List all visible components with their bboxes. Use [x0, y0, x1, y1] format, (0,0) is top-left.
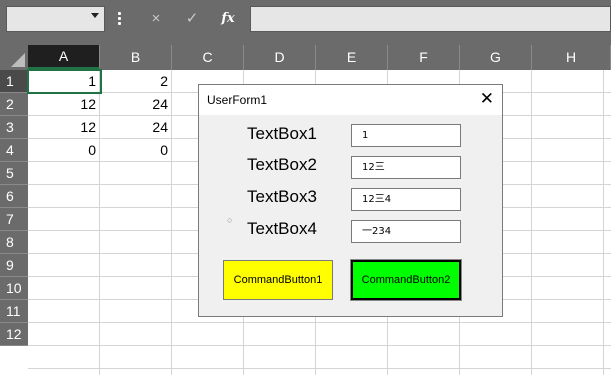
formula-toolbar: × ✓ fx — [0, 0, 611, 45]
chevron-down-icon[interactable] — [91, 13, 99, 18]
cancel-icon[interactable]: × — [141, 6, 171, 32]
textbox4-input[interactable]: 一234 — [351, 220, 461, 243]
name-box[interactable] — [6, 6, 105, 32]
label-textbox1: TextBox1 — [247, 124, 317, 143]
label-textbox3: TextBox3 — [247, 187, 317, 206]
close-icon[interactable]: ✕ — [480, 90, 494, 108]
row-header-1[interactable]: 1 — [0, 70, 28, 93]
command-button-2[interactable]: CommandButton2 — [350, 259, 462, 301]
row-header-4[interactable]: 4 — [0, 139, 28, 162]
textbox1-input[interactable]: 1 — [351, 124, 461, 147]
column-header-d[interactable]: D — [244, 45, 316, 70]
active-cell-indicator — [27, 69, 102, 94]
formula-actions: × ✓ fx — [133, 6, 245, 32]
label-textbox4: TextBox4 — [247, 219, 317, 238]
cell-b2[interactable]: 24 — [100, 93, 172, 116]
row-header-2[interactable]: 2 — [0, 93, 28, 116]
cell-a2[interactable]: 12 — [28, 93, 100, 116]
label-textbox2: TextBox2 — [247, 155, 317, 174]
row-header-5[interactable]: 5 — [0, 162, 28, 185]
cell-b4[interactable]: 0 — [100, 139, 172, 162]
bullet-icon: ○ — [227, 215, 233, 225]
column-header-g[interactable]: G — [460, 45, 532, 70]
userform-title: UserForm1 — [207, 93, 268, 107]
cell-b1[interactable]: 2 — [100, 70, 172, 93]
row-header-11[interactable]: 11 — [0, 300, 28, 323]
column-header-a[interactable]: A — [28, 45, 100, 70]
column-header-h[interactable]: H — [532, 45, 611, 70]
column-header-e[interactable]: E — [316, 45, 388, 70]
more-options-icon[interactable] — [118, 12, 121, 26]
row-header-9[interactable]: 9 — [0, 254, 28, 277]
column-header-b[interactable]: B — [100, 45, 172, 70]
textbox3-input[interactable]: 12三4 — [351, 188, 461, 211]
cell-b3[interactable]: 24 — [100, 116, 172, 139]
column-header-c[interactable]: C — [172, 45, 244, 70]
userform-titlebar: UserForm1 ✕ — [199, 85, 502, 115]
row-header-12[interactable]: 12 — [0, 323, 28, 346]
cell-a4[interactable]: 0 — [28, 139, 100, 162]
textbox2-input[interactable]: 12三 — [351, 156, 461, 179]
command-button-1[interactable]: CommandButton1 — [223, 260, 333, 300]
select-all-button[interactable] — [0, 45, 28, 70]
row-header-6[interactable]: 6 — [0, 185, 28, 208]
enter-icon[interactable]: ✓ — [177, 6, 207, 32]
cell-a3[interactable]: 12 — [28, 116, 100, 139]
row-header-8[interactable]: 8 — [0, 231, 28, 254]
column-header-f[interactable]: F — [388, 45, 460, 70]
row-header-10[interactable]: 10 — [0, 277, 28, 300]
row-header-3[interactable]: 3 — [0, 116, 28, 139]
userform-dialog: UserForm1 ✕ TextBox1 1 TextBox2 12三 Text… — [198, 84, 503, 317]
formula-input[interactable] — [250, 6, 611, 32]
row-header-7[interactable]: 7 — [0, 208, 28, 231]
insert-function-button[interactable]: fx — [213, 6, 243, 32]
